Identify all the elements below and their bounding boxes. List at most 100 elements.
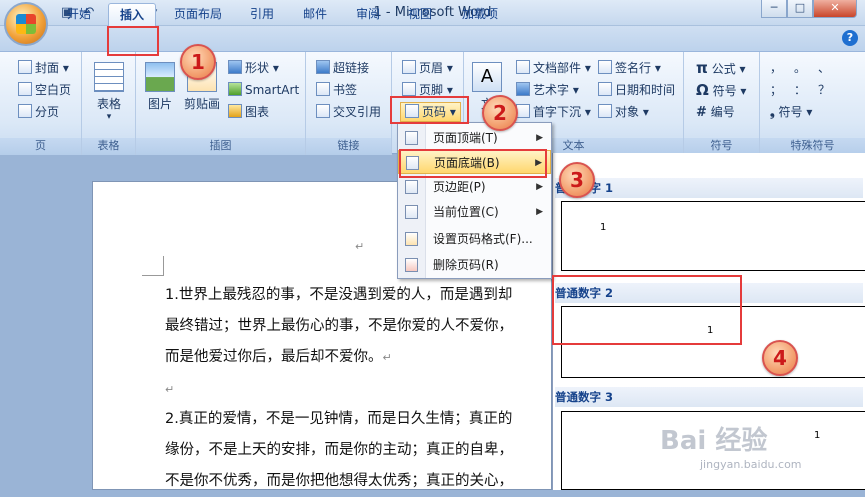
menu-item-remove-page-numbers[interactable]: 删除页码(R) [398, 253, 551, 277]
date-time-button[interactable]: 日期和时间 [598, 80, 675, 100]
smartart-button[interactable]: SmartArt [228, 80, 299, 100]
header-icon [402, 60, 416, 74]
equation-button[interactable]: π 公式 ▾ [696, 58, 746, 78]
menu-item-format-page-numbers[interactable]: 设置页码格式(F)... [398, 227, 551, 251]
hyperlink-button[interactable]: 超链接 [316, 58, 369, 78]
header-button[interactable]: 页眉 ▾ [402, 58, 453, 78]
chart-icon [228, 104, 242, 118]
close-button[interactable]: ✕ [813, 0, 857, 18]
gallery-page-number: 1 [814, 430, 821, 441]
pages-group: 封面 ▾ 空白页 分页 页 [0, 52, 82, 155]
shapes-icon [228, 60, 242, 74]
doc-line-4[interactable]: 2.真正的爱情，不是一见钟情，而是日久生情；真正的 [165, 404, 550, 435]
cover-page-icon [18, 60, 32, 74]
footer-icon [402, 82, 416, 96]
numbering-button[interactable]: # 编号 [696, 102, 735, 122]
help-icon[interactable]: ? [842, 30, 858, 46]
signature-line-icon [598, 60, 612, 74]
top-of-page-icon [405, 131, 418, 145]
maximize-button[interactable]: □ [787, 0, 813, 18]
minimize-button[interactable]: ─ [761, 0, 787, 18]
office-logo-icon [16, 14, 36, 34]
table-button[interactable]: 表格 ▾ [90, 62, 128, 122]
current-position-icon [405, 205, 418, 219]
illustrations-group: 图片 剪贴画 形状 ▾ SmartArt 图表 插图 [136, 52, 306, 155]
doc-line-3-text: 而是他爱过你后，最后却不爱你。 [165, 349, 383, 365]
tab-review[interactable]: 审阅 [346, 3, 390, 26]
blank-page-icon [18, 82, 32, 96]
quick-parts-button[interactable]: 文档部件 ▾ [516, 58, 591, 78]
hyperlink-icon [316, 60, 330, 74]
blank-page-button[interactable]: 空白页 [18, 80, 71, 100]
tab-mailings[interactable]: 邮件 [293, 3, 337, 26]
special-symbol-button[interactable]: ❟ 符号 ▾ [770, 102, 812, 122]
submenu-arrow-icon: ▶ [536, 133, 543, 143]
date-time-icon [598, 82, 612, 96]
special-char-enum-comma[interactable]: 、 [818, 58, 830, 78]
menu-item-page-margins[interactable]: 页边距(P) ▶ [398, 175, 551, 199]
tab-page-layout[interactable]: 页面布局 [168, 3, 228, 26]
step-badge-4: 4 [762, 340, 798, 376]
picture-button[interactable]: 图片 [142, 62, 178, 112]
doc-line-1[interactable]: 1.世界上最残忍的事，不是没遇到爱的人，而是遇到却 [165, 280, 550, 311]
illustrations-group-label: 插图 [136, 138, 305, 155]
menu-item-current-position[interactable]: 当前位置(C) ▶ [398, 200, 551, 224]
step-badge-2: 2 [482, 95, 518, 131]
links-group-label: 链接 [306, 138, 391, 155]
drop-cap-button[interactable]: 首字下沉 ▾ [516, 102, 591, 122]
object-icon [598, 104, 612, 118]
special-char-colon[interactable]: ： [794, 80, 806, 100]
tab-home[interactable]: 开始 [58, 3, 100, 26]
textbox-icon: A [472, 62, 502, 92]
object-button[interactable]: 对象 ▾ [598, 102, 649, 122]
format-page-numbers-icon [405, 232, 418, 246]
special-char-question[interactable]: ？ [818, 80, 830, 100]
doc-line-2[interactable]: 最终错过；世界上最伤心的事，不是你爱的人不爱你， [165, 311, 550, 342]
submenu-arrow-icon: ▶ [536, 207, 543, 217]
page-break-icon [18, 104, 32, 118]
doc-line-3[interactable]: 而是他爱过你后，最后却不爱你。↵ [165, 342, 550, 373]
wordart-icon [516, 82, 530, 96]
margin-corner-mark [142, 256, 164, 276]
symbol-button[interactable]: Ω 符号 ▾ [696, 80, 746, 100]
cross-reference-icon [316, 104, 330, 118]
special-char-period[interactable]: 。 [794, 58, 806, 78]
menu-item-top-of-page[interactable]: 页面顶端(T) ▶ [398, 126, 551, 150]
office-button[interactable] [4, 2, 48, 46]
callout-box-insert-tab [107, 26, 159, 56]
table-group: 表格 ▾ 表格 [82, 52, 136, 155]
remove-page-numbers-icon [405, 258, 418, 272]
cover-page-button[interactable]: 封面 ▾ [18, 58, 69, 78]
symbols-group: π 公式 ▾ Ω 符号 ▾ # 编号 符号 [684, 52, 760, 155]
paragraph-mark: ↵ [382, 351, 392, 364]
wordart-button[interactable]: 艺术字 ▾ [516, 80, 579, 100]
bookmark-icon [316, 82, 330, 96]
tab-addins[interactable]: 加载项 [452, 3, 508, 26]
table-group-label: 表格 [82, 138, 135, 155]
cross-reference-button[interactable]: 交叉引用 [316, 102, 381, 122]
gallery-thumb-plain-number-1[interactable]: 1 [561, 201, 865, 271]
links-group: 超链接 书签 交叉引用 链接 [306, 52, 392, 155]
tab-references[interactable]: 引用 [240, 3, 284, 26]
table-icon [94, 62, 124, 92]
tab-insert[interactable]: 插入 [108, 3, 156, 26]
signature-line-button[interactable]: 签名行 ▾ [598, 58, 661, 78]
picture-icon [145, 62, 175, 92]
chart-button[interactable]: 图表 [228, 102, 269, 122]
bookmark-button[interactable]: 书签 [316, 80, 357, 100]
step-badge-3: 3 [559, 162, 595, 198]
drop-cap-icon [516, 104, 530, 118]
doc-line-5[interactable]: 缘份，不是上天的安排，而是你的主动；真正的自卑， [165, 435, 550, 466]
special-char-semicolon[interactable]: ； [770, 80, 782, 100]
shapes-button[interactable]: 形状 ▾ [228, 58, 279, 78]
gallery-item-title: 普通数字 1 [555, 178, 863, 198]
baidu-watermark-url: jingyan.baidu.com [700, 458, 802, 471]
doc-line-6[interactable]: 不是你不优秀，而是你把他想得太优秀；真正的关心， [165, 466, 550, 497]
page-break-button[interactable]: 分页 [18, 102, 59, 122]
tab-view[interactable]: 视图 [398, 3, 442, 26]
gallery-item-title: 普通数字 3 [555, 387, 863, 407]
paragraph-mark: ↵ [165, 383, 175, 396]
paragraph-mark: ↵ [355, 240, 365, 253]
special-symbols-group: ， 。 、 ； ： ？ ❟ 符号 ▾ 特殊符号 [760, 52, 865, 155]
special-char-comma[interactable]: ， [770, 58, 782, 78]
